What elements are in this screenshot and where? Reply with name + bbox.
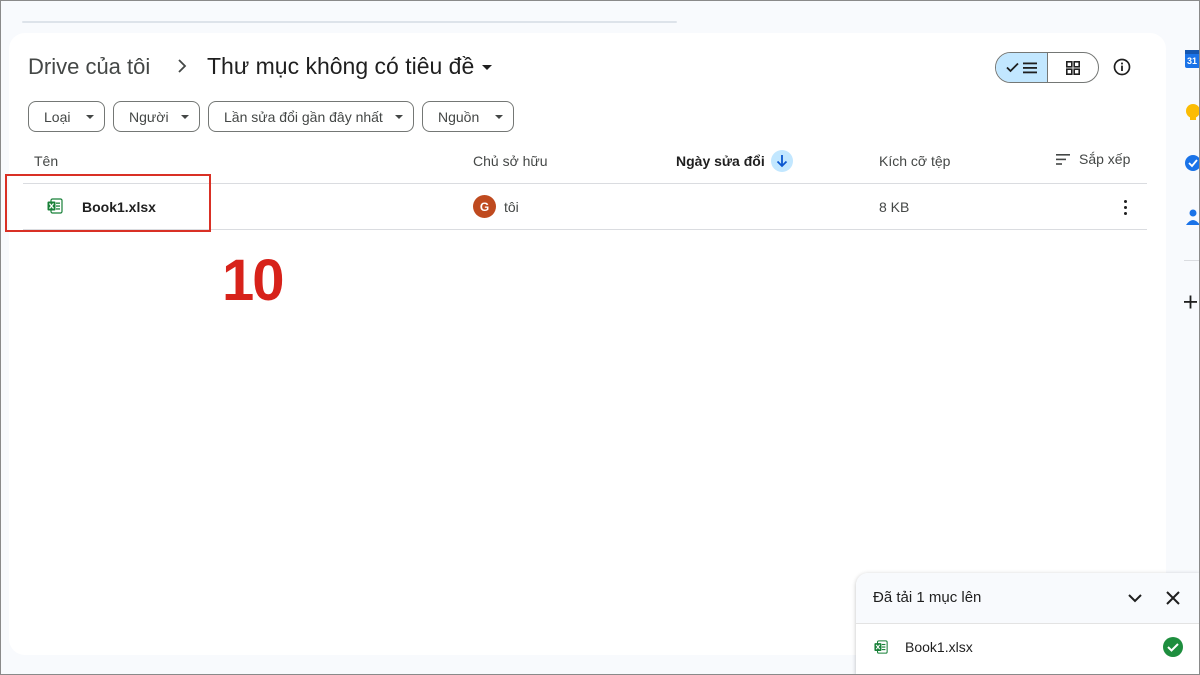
svg-text:31: 31 xyxy=(1187,56,1197,66)
column-header-owner[interactable]: Chủ sở hữu xyxy=(473,153,548,169)
calendar-icon[interactable]: 31 xyxy=(1185,50,1200,68)
view-toggle xyxy=(995,52,1099,83)
more-actions-icon[interactable] xyxy=(1117,196,1133,218)
upload-panel-divider xyxy=(856,623,1200,624)
excel-file-icon xyxy=(874,640,888,654)
grid-view-button[interactable] xyxy=(1048,53,1098,82)
annotation-highlight-box xyxy=(5,174,211,232)
filter-modified[interactable]: Lần sửa đổi gần đây nhất xyxy=(208,101,414,132)
file-size: 8 KB xyxy=(879,199,910,215)
list-icon xyxy=(1023,62,1037,73)
caret-down-icon xyxy=(86,114,94,119)
filter-people-label: Người xyxy=(129,108,169,125)
breadcrumb-current-label: Thư mục không có tiêu đề xyxy=(207,53,475,79)
info-button[interactable] xyxy=(1111,56,1133,78)
upload-panel: Đã tải 1 mục lên Book1.xlsx xyxy=(856,573,1200,675)
check-icon xyxy=(1006,62,1019,73)
list-view-button[interactable] xyxy=(996,53,1048,82)
sort-button[interactable]: Sắp xếp xyxy=(1056,151,1130,167)
chevron-right-icon xyxy=(178,59,187,73)
plus-icon[interactable] xyxy=(1184,295,1197,309)
filter-source[interactable]: Nguồn xyxy=(422,101,514,132)
caret-down-icon xyxy=(495,114,503,119)
annotation-step-number: 10 xyxy=(222,248,284,313)
grid-icon xyxy=(1066,60,1080,75)
top-progress-line xyxy=(22,21,677,23)
column-header-modified[interactable]: Ngày sửa đổi xyxy=(676,150,793,172)
upload-file-name[interactable]: Book1.xlsx xyxy=(905,639,973,655)
rail-divider xyxy=(1184,260,1200,261)
breadcrumb-root[interactable]: Drive của tôi xyxy=(28,54,150,80)
sort-icon xyxy=(1056,153,1070,165)
info-icon xyxy=(1113,58,1131,76)
close-icon[interactable] xyxy=(1163,588,1183,608)
filter-modified-label: Lần sửa đổi gần đây nhất xyxy=(224,108,383,125)
keep-icon[interactable] xyxy=(1186,104,1200,120)
sort-label: Sắp xếp xyxy=(1079,151,1131,167)
main-content: Drive của tôi Thư mục không có tiêu đề L… xyxy=(9,33,1166,655)
breadcrumb-current-folder[interactable]: Thư mục không có tiêu đề xyxy=(207,53,493,80)
side-panel-rail: 31 xyxy=(1184,50,1200,309)
caret-down-icon xyxy=(482,65,493,70)
arrow-down-icon[interactable] xyxy=(770,150,793,172)
chevron-down-icon[interactable] xyxy=(1126,589,1144,607)
owner-name: tôi xyxy=(504,199,519,215)
check-circle-icon xyxy=(1163,637,1183,657)
caret-down-icon xyxy=(395,114,403,119)
filter-source-label: Nguồn xyxy=(438,108,480,125)
column-header-modified-label: Ngày sửa đổi xyxy=(676,153,765,169)
column-header-name[interactable]: Tên xyxy=(34,153,58,169)
upload-panel-title: Đã tải 1 mục lên xyxy=(873,589,982,606)
filter-type[interactable]: Loại xyxy=(28,101,105,132)
tasks-icon[interactable] xyxy=(1185,155,1200,171)
contacts-icon[interactable] xyxy=(1186,209,1200,226)
filter-people[interactable]: Người xyxy=(113,101,200,132)
avatar: G xyxy=(473,195,496,218)
filter-type-label: Loại xyxy=(44,108,71,125)
column-header-size[interactable]: Kích cỡ tệp xyxy=(879,153,950,169)
caret-down-icon xyxy=(181,114,189,119)
